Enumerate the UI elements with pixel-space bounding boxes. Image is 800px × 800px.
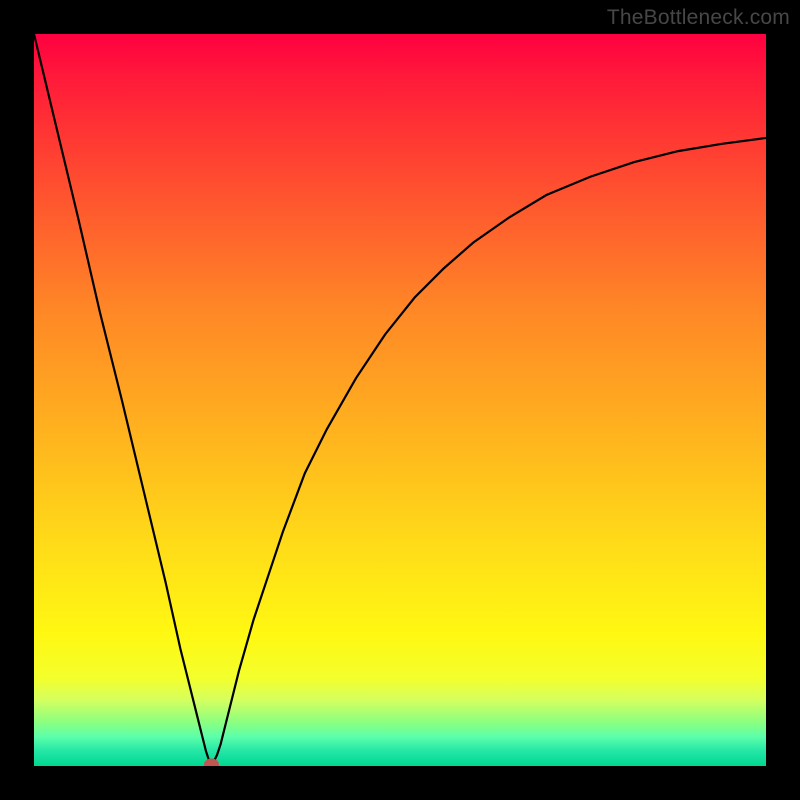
watermark-text: TheBottleneck.com	[607, 6, 790, 30]
plot-area	[34, 34, 766, 766]
chart-frame: TheBottleneck.com	[0, 0, 800, 800]
curve-path	[34, 34, 766, 765]
bottleneck-curve	[34, 34, 766, 766]
optimum-marker	[205, 759, 219, 766]
